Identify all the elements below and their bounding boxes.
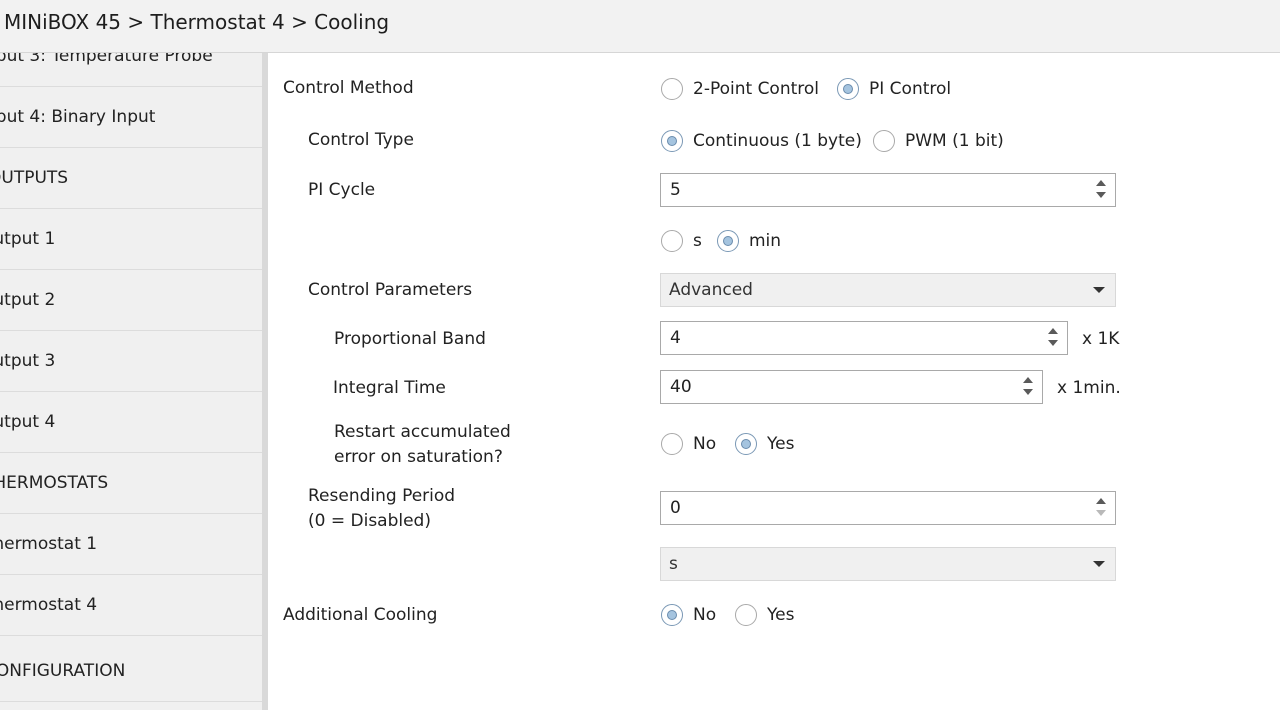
radio-circle-selected xyxy=(661,130,683,152)
sidebar-item-thermostat-1[interactable]: Thermostat 1 xyxy=(0,514,262,575)
spin-up-icon[interactable] xyxy=(1096,180,1106,186)
radio-2-point-control[interactable]: 2-Point Control xyxy=(661,76,819,102)
radio-pi-control[interactable]: PI Control xyxy=(837,76,951,102)
resending-period-label-line2: (0 = Disabled) xyxy=(308,511,431,531)
radio-circle-selected xyxy=(735,433,757,455)
sidebar-item-output-3[interactable]: Output 3 xyxy=(0,331,262,392)
radio-circle xyxy=(661,433,683,455)
sidebar-item-label: Output 1 xyxy=(0,229,56,249)
radio-pi-cycle-min[interactable]: min xyxy=(717,228,781,254)
radio-circle xyxy=(873,130,895,152)
resending-period-label: Resending Period (0 = Disabled) xyxy=(308,484,455,534)
integral-time-stepper[interactable]: 40 xyxy=(660,370,1043,404)
radio-label: 2-Point Control xyxy=(693,79,820,99)
sidebar-item-label: Output 2 xyxy=(0,290,56,310)
sidebar-item-label: Input 4: Binary Input xyxy=(0,107,156,127)
radio-additional-cooling-yes[interactable]: Yes xyxy=(735,602,794,628)
resending-period-stepper[interactable]: 0 xyxy=(660,491,1116,525)
sidebar-item-label: Thermostat 4 xyxy=(0,595,98,615)
sidebar-item-label: OUTPUTS xyxy=(0,168,69,188)
sidebar-item-output-1[interactable]: Output 1 xyxy=(0,209,262,270)
spin-down-icon[interactable] xyxy=(1096,510,1106,516)
integral-time-label: Integral Time xyxy=(333,378,446,398)
sidebar-item-output-4[interactable]: Output 4 xyxy=(0,392,262,453)
radio-continuous[interactable]: Continuous (1 byte) xyxy=(661,128,862,154)
control-parameters-value: Advanced xyxy=(669,280,753,300)
control-method-label: Control Method xyxy=(283,78,414,98)
restart-error-label-line2: error on saturation? xyxy=(334,447,503,467)
restart-error-label: Restart accumulated error on saturation? xyxy=(334,420,511,470)
radio-label: Yes xyxy=(767,434,795,454)
radio-label: No xyxy=(693,434,717,454)
radio-label: No xyxy=(693,605,717,625)
restart-error-label-line1: Restart accumulated xyxy=(334,422,511,442)
spin-down-icon[interactable] xyxy=(1023,389,1033,395)
control-parameters-select[interactable]: Advanced xyxy=(660,273,1116,307)
radio-circle-selected xyxy=(661,604,683,626)
sidebar-section-outputs[interactable]: OUTPUTS xyxy=(0,148,262,209)
radio-restart-yes[interactable]: Yes xyxy=(735,431,794,457)
proportional-band-label: Proportional Band xyxy=(334,329,486,349)
spin-arrows[interactable] xyxy=(1095,496,1107,520)
sidebar: Input 3: Temperature Probe Input 4: Bina… xyxy=(0,53,262,710)
radio-circle xyxy=(735,604,757,626)
radio-label: s xyxy=(693,231,702,251)
control-parameters-label: Control Parameters xyxy=(308,280,473,300)
sidebar-item-thermostat-4[interactable]: Thermostat 4 xyxy=(0,575,262,636)
resending-period-unit-select[interactable]: s xyxy=(660,547,1116,581)
spin-down-icon[interactable] xyxy=(1048,340,1058,346)
sidebar-item-label: CONFIGURATION xyxy=(0,661,126,681)
radio-circle-selected xyxy=(717,230,739,252)
resending-period-label-line1: Resending Period xyxy=(308,486,456,506)
sidebar-section-configuration[interactable]: CONFIGURATION xyxy=(0,641,262,702)
resending-period-unit-value: s xyxy=(669,554,678,574)
radio-pwm[interactable]: PWM (1 bit) xyxy=(873,128,1004,154)
radio-circle xyxy=(661,78,683,100)
spin-arrows[interactable] xyxy=(1022,375,1034,399)
spin-arrows[interactable] xyxy=(1047,326,1059,350)
integral-time-unit: x 1min. xyxy=(1057,378,1121,398)
spin-up-icon[interactable] xyxy=(1048,328,1058,334)
radio-additional-cooling-no[interactable]: No xyxy=(661,602,716,628)
control-type-label: Control Type xyxy=(308,130,414,150)
chevron-down-icon xyxy=(1093,561,1105,567)
integral-time-value: 40 xyxy=(670,377,692,397)
radio-pi-cycle-s[interactable]: s xyxy=(661,228,702,254)
radio-circle xyxy=(661,230,683,252)
proportional-band-value: 4 xyxy=(670,328,681,348)
sidebar-item-label: Output 4 xyxy=(0,412,56,432)
breadcrumb: MINiBOX 45 > Thermostat 4 > Cooling xyxy=(4,10,390,34)
additional-cooling-label: Additional Cooling xyxy=(283,605,438,625)
sidebar-item-output-2[interactable]: Output 2 xyxy=(0,270,262,331)
spin-down-icon[interactable] xyxy=(1096,192,1106,198)
radio-label: Yes xyxy=(767,605,795,625)
spin-up-icon[interactable] xyxy=(1096,498,1106,504)
spin-up-icon[interactable] xyxy=(1023,377,1033,383)
chevron-down-icon xyxy=(1093,287,1105,293)
radio-label: min xyxy=(749,231,782,251)
radio-label: PI Control xyxy=(869,79,952,99)
sidebar-item-label: THERMOSTATS xyxy=(0,473,109,493)
sidebar-item-label: Thermostat 1 xyxy=(0,534,98,554)
radio-restart-no[interactable]: No xyxy=(661,431,716,457)
radio-circle-selected xyxy=(837,78,859,100)
sidebar-section-thermostats[interactable]: THERMOSTATS xyxy=(0,453,262,514)
proportional-band-stepper[interactable]: 4 xyxy=(660,321,1068,355)
sidebar-item-input-3[interactable]: Input 3: Temperature Probe xyxy=(0,53,262,87)
pi-cycle-label: PI Cycle xyxy=(308,180,376,200)
sidebar-item-input-4[interactable]: Input 4: Binary Input xyxy=(0,87,262,148)
sidebar-item-label: Output 3 xyxy=(0,351,56,371)
radio-label: PWM (1 bit) xyxy=(905,131,1004,151)
pi-cycle-stepper[interactable]: 5 xyxy=(660,173,1116,207)
pi-cycle-value: 5 xyxy=(670,180,681,200)
spin-arrows[interactable] xyxy=(1095,178,1107,202)
sidebar-item-label: Input 3: Temperature Probe xyxy=(0,53,213,66)
header-bar: MINiBOX 45 > Thermostat 4 > Cooling xyxy=(0,0,1280,53)
proportional-band-unit: x 1K xyxy=(1082,329,1120,349)
radio-label: Continuous (1 byte) xyxy=(693,131,862,151)
parameter-panel: Control Method 2-Point Control PI Contro… xyxy=(268,53,1280,710)
resending-period-value: 0 xyxy=(670,498,681,518)
